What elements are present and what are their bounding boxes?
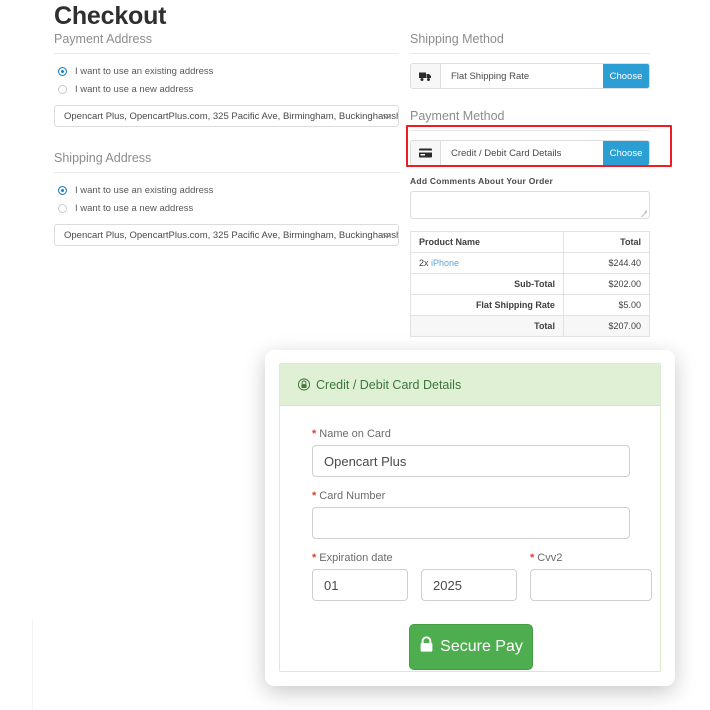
- expiry-cvv-row: * Expiration date 01 2025 * Cvv2: [312, 552, 652, 614]
- card-details-modal-body: * Name on Card Opencart Plus * Card Number…: [280, 406, 660, 670]
- table-row: 2x iPhone $244.40: [410, 252, 651, 274]
- product-quantity: 2x: [419, 258, 429, 268]
- expiration-date-label-text: Expiration date: [319, 552, 393, 564]
- cvv-input[interactable]: [530, 569, 652, 601]
- radio-icon[interactable]: [58, 185, 67, 195]
- truck-icon: [411, 64, 441, 88]
- payment-address-select-value: Opencart Plus, OpencartPlus.com, 325 Pac…: [64, 110, 399, 122]
- cvv-label-text: Cvv2: [537, 552, 563, 564]
- product-cell: 2x iPhone: [410, 252, 564, 274]
- expiration-group: * Expiration date 01 2025: [312, 552, 517, 614]
- card-number-label-text: Card Number: [319, 490, 386, 502]
- order-summary-table: Product Name Total 2x iPhone $244.40 Sub…: [410, 231, 651, 337]
- radio-icon[interactable]: [58, 203, 67, 213]
- order-comments-label: Add Comments About Your Order: [410, 176, 554, 186]
- checkout-page: Checkout Payment Address I want to use a…: [0, 0, 710, 710]
- payment-method-legend: Payment Method: [410, 109, 650, 131]
- shipping-address-section: Shipping Address I want to use an existi…: [54, 151, 399, 246]
- shipping-address-select-value: Opencart Plus, OpencartPlus.com, 325 Pac…: [64, 229, 399, 241]
- lock-icon: [419, 636, 434, 658]
- payment-address-existing-option[interactable]: I want to use an existing address: [54, 63, 399, 79]
- page-title: Checkout: [54, 2, 167, 30]
- shipping-address-new-option[interactable]: I want to use a new address: [54, 200, 399, 216]
- secure-pay-button-label: Secure Pay: [440, 638, 523, 655]
- shipping-method-row: Flat Shipping Rate Choose: [410, 63, 650, 89]
- table-row-total: Total $207.00: [410, 315, 651, 337]
- card-details-modal-title: Credit / Debit Card Details: [316, 377, 462, 392]
- required-marker: *: [312, 428, 317, 440]
- table-row-shipping: Flat Shipping Rate $5.00: [410, 294, 651, 316]
- left-column: Payment Address I want to use an existin…: [54, 32, 399, 246]
- expiration-month-input[interactable]: 01: [312, 569, 408, 601]
- credit-card-icon: [411, 141, 441, 165]
- expiration-date-label: * Expiration date: [312, 552, 517, 564]
- subtotal-value: $202.00: [562, 273, 651, 295]
- shipping-address-existing-label: I want to use an existing address: [75, 184, 214, 196]
- table-header-row: Product Name Total: [410, 231, 651, 253]
- shipping-method-section: Shipping Method Flat Shipping Rate Choos…: [410, 32, 650, 89]
- order-comments-input[interactable]: [410, 191, 650, 219]
- table-row-subtotal: Sub-Total $202.00: [410, 273, 651, 295]
- expiration-year-input[interactable]: 2025: [421, 569, 517, 601]
- required-marker: *: [530, 552, 535, 564]
- column-header-product: Product Name: [410, 231, 564, 253]
- shipping-method-name: Flat Shipping Rate: [451, 70, 530, 82]
- shipping-address-new-label: I want to use a new address: [75, 202, 194, 214]
- product-link[interactable]: iPhone: [431, 258, 459, 268]
- shipping-method-choose-button[interactable]: Choose: [603, 64, 649, 88]
- shipping-method-legend: Shipping Method: [410, 32, 650, 54]
- secure-pay-button[interactable]: Secure Pay: [409, 624, 533, 670]
- shipping-value: $5.00: [562, 294, 651, 316]
- name-on-card-label: * Name on Card: [312, 428, 630, 440]
- shipping-label: Flat Shipping Rate: [410, 294, 564, 316]
- radio-icon[interactable]: [58, 66, 67, 76]
- required-marker: *: [312, 552, 317, 564]
- cvv-label: * Cvv2: [530, 552, 652, 564]
- card-number-input[interactable]: [312, 507, 630, 539]
- card-details-modal-header: Credit / Debit Card Details: [280, 364, 660, 406]
- radio-icon[interactable]: [58, 84, 67, 94]
- resize-grip-icon[interactable]: [640, 210, 647, 217]
- name-on-card-label-text: Name on Card: [319, 428, 391, 440]
- lock-icon: [298, 378, 310, 391]
- page-left-rule: [32, 620, 33, 710]
- payment-address-legend: Payment Address: [54, 32, 399, 54]
- product-total: $244.40: [562, 252, 651, 274]
- column-header-total: Total: [562, 231, 651, 253]
- card-number-label: * Card Number: [312, 490, 630, 502]
- grand-total-value: $207.00: [562, 315, 651, 337]
- shipping-address-legend: Shipping Address: [54, 151, 399, 173]
- expiration-month-value: 01: [324, 577, 339, 593]
- name-on-card-value: Opencart Plus: [324, 453, 407, 469]
- subtotal-label: Sub-Total: [410, 273, 564, 295]
- expiration-year-value: 2025: [433, 577, 462, 593]
- right-column: Shipping Method Flat Shipping Rate Choos…: [410, 32, 651, 337]
- payment-address-existing-label: I want to use an existing address: [75, 65, 214, 77]
- payment-address-new-label: I want to use a new address: [75, 83, 194, 95]
- grand-total-label: Total: [410, 315, 564, 337]
- payment-address-new-option[interactable]: I want to use a new address: [54, 81, 399, 97]
- card-details-modal-panel: Credit / Debit Card Details * Name on Car…: [279, 363, 661, 672]
- order-comments-section: Add Comments About Your Order: [410, 176, 650, 219]
- payment-method-name: Credit / Debit Card Details: [451, 147, 562, 159]
- payment-method-choose-button[interactable]: Choose: [603, 141, 649, 165]
- cvv-group: * Cvv2: [530, 552, 652, 614]
- payment-method-row: Credit / Debit Card Details Choose: [410, 140, 650, 166]
- payment-address-section: Payment Address I want to use an existin…: [54, 32, 399, 127]
- shipping-address-select[interactable]: Opencart Plus, OpencartPlus.com, 325 Pac…: [54, 224, 399, 246]
- name-on-card-input[interactable]: Opencart Plus: [312, 445, 630, 477]
- payment-method-section: Payment Method Credit / Debit Card Detai…: [410, 109, 650, 166]
- expiration-inputs: 01 2025: [312, 569, 517, 614]
- required-marker: *: [312, 490, 317, 502]
- payment-address-select[interactable]: Opencart Plus, OpencartPlus.com, 325 Pac…: [54, 105, 399, 127]
- card-details-modal: Credit / Debit Card Details * Name on Car…: [265, 350, 675, 686]
- shipping-address-existing-option[interactable]: I want to use an existing address: [54, 182, 399, 198]
